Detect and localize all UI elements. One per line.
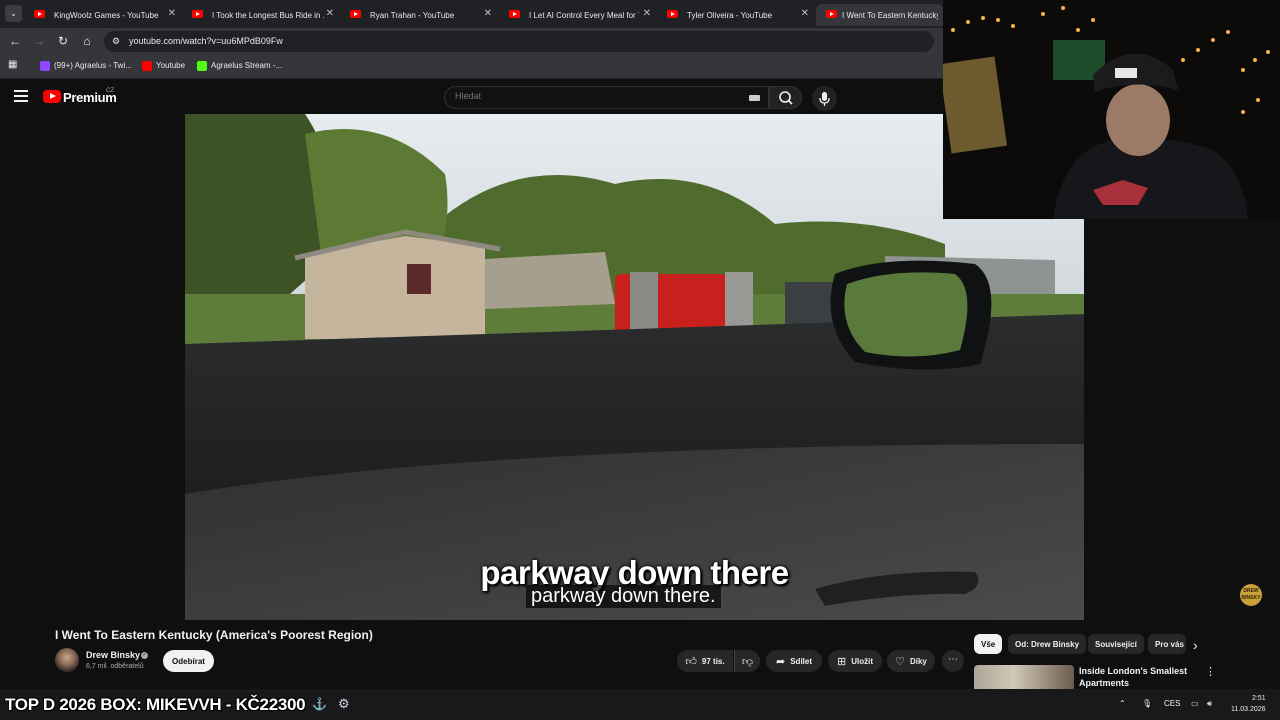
save-button[interactable]: ⊞ Uložit — [828, 650, 882, 672]
browser-tab[interactable]: I Let AI Control Every Meal for 7... ✕ — [499, 4, 657, 26]
close-tab-icon[interactable]: ✕ — [801, 8, 809, 19]
share-button[interactable]: ➦ Sdílet — [766, 650, 822, 672]
tray-expand-chevron-icon[interactable]: ⌃ — [1119, 699, 1126, 708]
tab-title: I Let AI Control Every Meal for 7... — [529, 10, 639, 20]
kick-icon — [197, 61, 207, 71]
youtube-logo-icon[interactable] — [43, 90, 61, 103]
browser-tab[interactable]: Ryan Trahan - YouTube ✕ — [340, 4, 498, 26]
browser-tab[interactable]: KingWoolz Games - YouTube ✕ — [24, 4, 182, 26]
bookmark-item[interactable]: Youtube — [142, 61, 186, 71]
close-tab-icon[interactable]: ✕ — [484, 8, 492, 19]
more-actions-icon[interactable]: ⋯ — [942, 650, 964, 672]
tab-title: KingWoolz Games - YouTube — [54, 10, 159, 20]
thanks-button[interactable]: ♡ Díky — [887, 650, 935, 672]
share-label: Sdílet — [790, 656, 812, 666]
webcam-frame — [943, 0, 1280, 219]
channel-watermark-logo[interactable]: DREW BINSKY — [1240, 584, 1262, 606]
tab-title: Tyler Oliveira - YouTube — [687, 10, 773, 20]
clock-time[interactable]: 2:51 — [1252, 695, 1266, 702]
country-code: CZ — [106, 88, 114, 94]
youtube-favicon-icon — [350, 10, 361, 18]
bookmark-item[interactable]: Agraelus Stream -... — [197, 61, 283, 71]
volume-icon[interactable]: 🔊︎ — [1207, 699, 1212, 709]
network-icon[interactable]: ▭ — [1191, 699, 1199, 708]
youtube-favicon-icon — [192, 10, 203, 18]
apps-grid-icon[interactable]: ▦ — [8, 59, 17, 70]
recommended-video-title[interactable]: Inside London's Smallest Apartments — [1079, 665, 1189, 689]
video-title: I Went To Eastern Kentucky (America's Po… — [55, 628, 373, 642]
anchor-app-icon[interactable]: ⚓ — [312, 697, 327, 711]
steam-icon[interactable]: ⚙ — [338, 696, 350, 712]
microphone-icon — [819, 92, 830, 106]
home-icon[interactable]: ⌂ — [80, 34, 94, 48]
tab-title: I Went To Eastern Kentucky — [842, 10, 938, 20]
chip-for-you[interactable]: Pro vás — [1148, 634, 1186, 654]
bookmark-label: (99+) Agraelus - Twi... — [54, 61, 132, 70]
youtube-icon — [142, 61, 152, 71]
dislike-button[interactable]: 👎︎ — [734, 650, 760, 672]
tab-search-button[interactable]: ⌄ — [5, 5, 22, 22]
microphone-tray-icon[interactable]: 🎙︎ — [1142, 699, 1152, 708]
chip-related[interactable]: Související — [1088, 634, 1144, 654]
tab-title: I Took the Longest Bus Ride in ... — [212, 10, 324, 20]
forward-arrow-icon[interactable]: → — [32, 34, 46, 48]
browser-tab-active[interactable]: I Went To Eastern Kentucky — [816, 4, 943, 26]
close-tab-icon[interactable]: ✕ — [326, 8, 334, 19]
address-bar[interactable]: ⚙ youtube.com/watch?v=uu6MPdB09Fw — [104, 31, 934, 52]
verified-check-icon: ✓ — [141, 652, 148, 659]
search-input[interactable] — [455, 91, 735, 101]
keyboard-icon[interactable] — [749, 95, 760, 101]
youtube-header: Premium CZ — [0, 81, 943, 114]
close-tab-icon[interactable]: ✕ — [168, 8, 176, 19]
thanks-label: Díky — [909, 656, 927, 666]
watermark-text: DREW BINSKY — [1241, 588, 1261, 601]
search-button[interactable] — [769, 86, 802, 109]
browser-tab[interactable]: I Took the Longest Bus Ride in ... ✕ — [182, 4, 340, 26]
search-box[interactable] — [444, 86, 769, 109]
clock-date[interactable]: 11.03.2026 — [1231, 706, 1266, 713]
browser-tab-strip: ⌄ KingWoolz Games - YouTube ✕ I Took the… — [0, 0, 943, 28]
chip-all[interactable]: Vše — [974, 634, 1003, 654]
bookmarks-bar: ▦ (99+) Agraelus - Twi... Youtube Agrael… — [0, 55, 943, 79]
back-arrow-icon[interactable]: ← — [8, 34, 22, 48]
channel-name[interactable]: Drew Binsky — [86, 650, 140, 660]
youtube-favicon-icon — [34, 10, 45, 18]
kebab-menu-icon[interactable]: ⋮ — [1205, 665, 1216, 678]
close-tab-icon[interactable]: ✕ — [643, 8, 651, 19]
save-label: Uložit — [851, 656, 873, 666]
subscribe-button[interactable]: Odebírat — [163, 650, 214, 672]
recommended-video-thumbnail[interactable] — [974, 665, 1074, 690]
bookmark-label: Youtube — [156, 61, 186, 70]
share-arrow-icon: ➦ — [776, 655, 786, 668]
youtube-favicon-icon — [509, 10, 520, 18]
input-language[interactable]: CES — [1164, 699, 1180, 708]
bookmark-icon: ⊞ — [837, 655, 847, 668]
browser-toolbar: ← → ↻ ⌂ ⚙ youtube.com/watch?v=uu6MPdB09F… — [0, 28, 943, 55]
youtube-favicon-icon — [667, 10, 678, 18]
tab-title: Ryan Trahan - YouTube — [370, 10, 455, 20]
reload-icon[interactable]: ↻ — [56, 34, 70, 48]
chip-from-channel[interactable]: Od: Drew Binsky — [1008, 634, 1087, 654]
chevron-right-icon[interactable]: › — [1193, 637, 1198, 653]
like-count: 97 tis. — [701, 656, 725, 666]
site-info-icon[interactable]: ⚙ — [112, 36, 123, 47]
thumbs-up-icon: 👍︎ — [685, 655, 697, 668]
subscriber-count: 6,7 mil. odběratelů — [86, 663, 144, 670]
bookmark-item[interactable]: (99+) Agraelus - Twi... — [40, 61, 132, 71]
search-icon — [779, 91, 793, 105]
heart-dollar-icon: ♡ — [895, 655, 905, 668]
like-button[interactable]: 👍︎ 97 tis. — [677, 650, 733, 672]
voice-search-button[interactable] — [812, 86, 837, 111]
bookmark-label: Agraelus Stream -... — [211, 61, 283, 70]
closed-caption: parkway down there. — [526, 585, 721, 608]
streamer-webcam-overlay — [943, 0, 1280, 219]
channel-avatar[interactable] — [55, 648, 79, 672]
stream-overlay-banner: TOP D 2026 BOX: MIKEVVH - KČ22300 — [5, 695, 306, 714]
youtube-favicon-icon — [826, 10, 837, 18]
url-text: youtube.com/watch?v=uu6MPdB09Fw — [129, 36, 283, 46]
hamburger-menu-icon[interactable] — [14, 90, 28, 102]
thumbs-down-icon: 👎︎ — [741, 655, 754, 668]
twitch-icon — [40, 61, 50, 71]
browser-tab[interactable]: Tyler Oliveira - YouTube ✕ — [657, 4, 815, 26]
